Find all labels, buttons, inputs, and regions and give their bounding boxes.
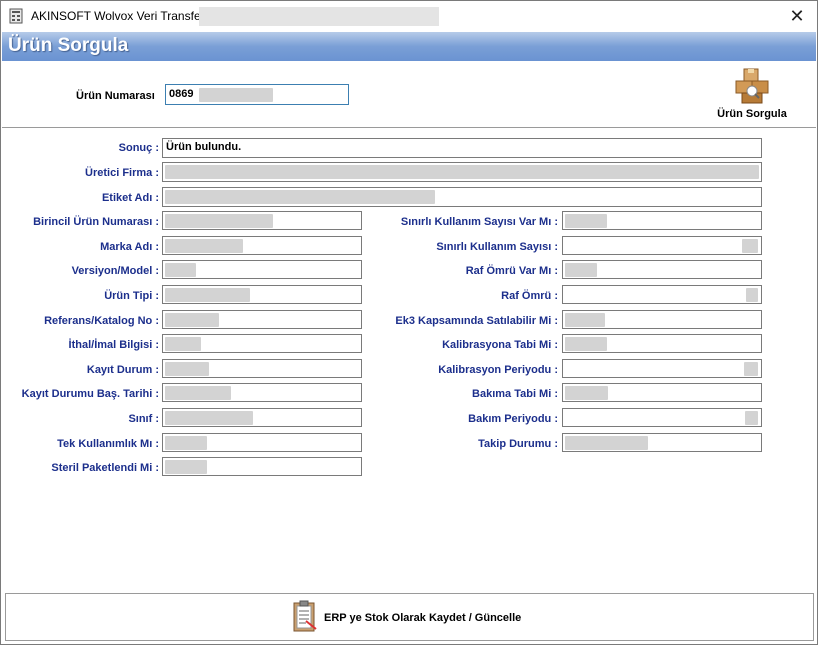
save-to-erp-label: ERP ye Stok Olarak Kaydet / Güncelle <box>324 612 522 624</box>
page-header: Ürün Sorgula <box>2 32 816 61</box>
shelf-life-exists-field[interactable] <box>562 260 762 279</box>
close-icon[interactable]: ✕ <box>777 1 817 31</box>
limited-use-count-field[interactable] <box>562 236 762 255</box>
record-status-label: Kayıt Durum : <box>86 364 159 376</box>
product-number-input[interactable]: 0869 <box>165 84 349 105</box>
label-name-field[interactable] <box>162 187 762 207</box>
results-panel: Sonuç : Ürün bulundu. Üretici Firma : Et… <box>2 129 816 592</box>
search-panel: Ürün Numarası 0869 Ürün Sorgula <box>2 63 816 128</box>
tracking-status-field[interactable] <box>562 433 762 452</box>
import-label: İthal/İmal Bilgisi : <box>68 339 159 351</box>
limited-use-exists-label: Sınırlı Kullanım Sayısı Var Mı : <box>400 216 558 228</box>
brand-label: Marka Adı : <box>100 241 159 253</box>
shelf-life-label: Raf Ömrü : <box>501 290 558 302</box>
version-field[interactable] <box>162 260 362 279</box>
primary-number-field[interactable] <box>162 211 362 230</box>
save-to-erp-button[interactable]: ERP ye Stok Olarak Kaydet / Güncelle <box>5 593 814 641</box>
calibration-period-label: Kalibrasyon Periyodu : <box>438 364 558 376</box>
single-use-label: Tek Kullanımlık Mı : <box>57 438 159 450</box>
product-type-label: Ürün Tipi : <box>104 290 159 302</box>
page-title: Ürün Sorgula <box>8 35 129 56</box>
result-label: Sonuç : <box>118 142 159 154</box>
label-name-label: Etiket Adı : <box>101 192 159 204</box>
manufacturer-label: Üretici Firma : <box>85 167 159 179</box>
record-date-field[interactable] <box>162 383 362 402</box>
sterile-label: Steril Paketlendi Mi : <box>51 462 159 474</box>
app-window: AKINSOFT Wolvox Veri Transferi ✕ Ürün So… <box>0 0 818 645</box>
ek3-field[interactable] <box>562 310 762 329</box>
maintenance-period-field[interactable] <box>562 408 762 427</box>
limited-use-count-label: Sınırlı Kullanım Sayısı : <box>436 241 558 253</box>
calibration-period-field[interactable] <box>562 359 762 378</box>
record-date-label: Kayıt Durumu Baş. Tarihi : <box>21 388 159 400</box>
import-field[interactable] <box>162 334 362 353</box>
clipboard-icon <box>293 600 317 632</box>
reference-label: Referans/Katalog No : <box>44 315 159 327</box>
result-field[interactable]: Ürün bulundu. <box>162 138 762 158</box>
record-status-field[interactable] <box>162 359 362 378</box>
maintenance-required-label: Bakıma Tabi Mi : <box>472 388 558 400</box>
boxes-icon <box>735 68 769 104</box>
window-title: AKINSOFT Wolvox Veri Transferi <box>31 9 208 23</box>
limited-use-exists-field[interactable] <box>562 211 762 230</box>
calibration-required-field[interactable] <box>562 334 762 353</box>
class-label: Sınıf : <box>128 413 159 425</box>
sterile-field[interactable] <box>162 457 362 476</box>
manufacturer-field[interactable] <box>162 162 762 182</box>
version-label: Versiyon/Model : <box>71 265 159 277</box>
class-field[interactable] <box>162 408 362 427</box>
shelf-life-field[interactable] <box>562 285 762 304</box>
single-use-field[interactable] <box>162 433 362 452</box>
app-icon <box>9 8 23 24</box>
shelf-life-exists-label: Raf Ömrü Var Mı : <box>465 265 558 277</box>
ek3-label: Ek3 Kapsamında Satılabilir Mi : <box>395 315 558 327</box>
query-button-label: Ürün Sorgula <box>717 108 787 120</box>
calibration-required-label: Kalibrasyona Tabi Mi : <box>442 339 558 351</box>
product-type-field[interactable] <box>162 285 362 304</box>
brand-field[interactable] <box>162 236 362 255</box>
redacted-title-area <box>199 7 439 26</box>
tracking-status-label: Takip Durumu : <box>478 438 558 450</box>
maintenance-period-label: Bakım Periyodu : <box>468 413 558 425</box>
product-number-label: Ürün Numarası <box>76 90 155 102</box>
reference-field[interactable] <box>162 310 362 329</box>
query-product-button[interactable]: Ürün Sorgula <box>702 63 802 125</box>
title-bar: AKINSOFT Wolvox Veri Transferi ✕ <box>1 1 817 31</box>
maintenance-required-field[interactable] <box>562 383 762 402</box>
primary-number-label: Birincil Ürün Numarası : <box>33 216 159 228</box>
